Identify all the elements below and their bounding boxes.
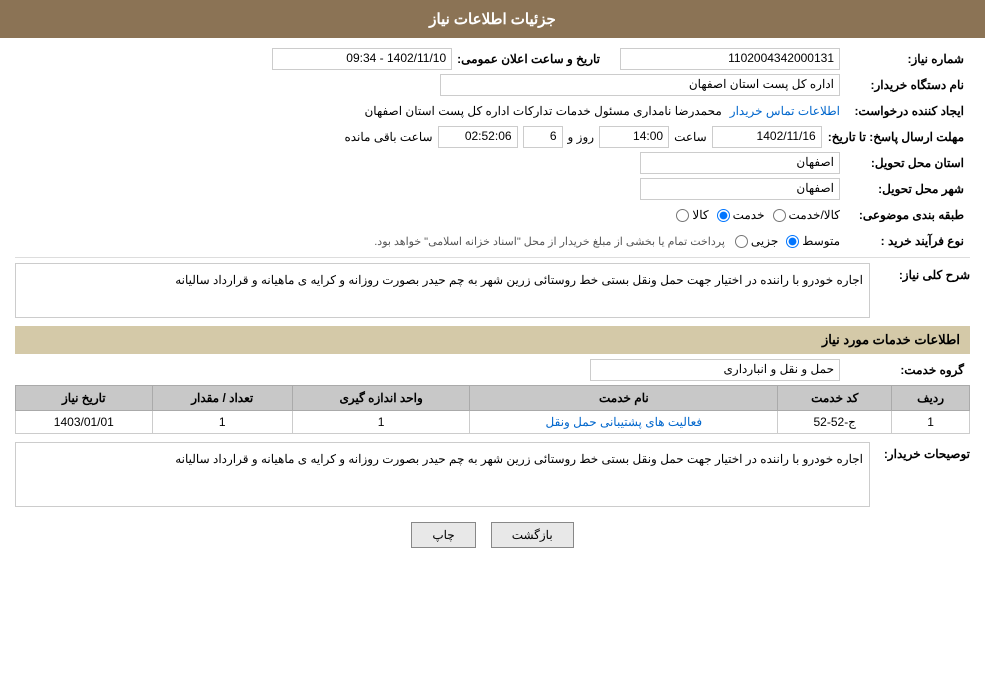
table-row: 1 ج-52-52 فعالیت های پشتیبانی حمل ونقل 1… (16, 411, 970, 434)
province-label: استان محل تحویل: (840, 152, 970, 174)
purchase-type-motavasset: متوسط (786, 234, 840, 248)
deadline-date: 1402/11/16 (712, 126, 822, 148)
purchase-jozii-radio[interactable] (735, 235, 748, 248)
buyer-org-value: اداره کل پست استان اصفهان (440, 74, 840, 96)
col-name-header: نام خدمت (470, 386, 778, 411)
content-area: شماره نیاز: 1102004342000131 تاریخ و ساع… (0, 38, 985, 568)
category-option-kala: کالا (676, 208, 708, 222)
need-number-label: شماره نیاز: (840, 48, 970, 70)
deadline-day-label: روز و (568, 130, 595, 144)
service-group-label: گروه خدمت: (840, 359, 970, 381)
buyer-notes-label: توصیحات خریدار: (870, 442, 970, 507)
deadline-time-label: ساعت (674, 130, 707, 144)
service-group-row: گروه خدمت: حمل و نقل و انبارداری (15, 359, 970, 381)
purchase-type-note: پرداخت تمام یا بخشی از مبلغ خریدار از مح… (374, 235, 725, 248)
announce-value: 1402/11/10 - 09:34 (272, 48, 452, 70)
back-button[interactable]: بازگشت (491, 522, 574, 548)
need-desc-label: شرح کلی نیاز: (870, 263, 970, 318)
province-row: استان محل تحویل: اصفهان (15, 152, 970, 174)
page-header: جزئیات اطلاعات نیاز (0, 0, 985, 38)
creator-label: ایجاد کننده درخواست: (840, 100, 970, 122)
category-kala-label: کالا (692, 208, 708, 222)
need-number-row: شماره نیاز: 1102004342000131 تاریخ و ساع… (15, 48, 970, 70)
cell-date-0: 1403/01/01 (16, 411, 153, 434)
cell-code-0: ج-52-52 (778, 411, 892, 434)
need-number-value: 1102004342000131 (620, 48, 840, 70)
purchase-jozii-label: جزیی (751, 234, 778, 248)
cell-unit-0: 1 (292, 411, 470, 434)
city-label: شهر محل تحویل: (840, 178, 970, 200)
col-unit-header: واحد اندازه گیری (292, 386, 470, 411)
purchase-motavasset-radio[interactable] (786, 235, 799, 248)
deadline-remaining-label: ساعت باقی مانده (344, 130, 432, 144)
col-row-header: ردیف (892, 386, 970, 411)
buyer-org-label: نام دستگاه خریدار: (840, 74, 970, 96)
need-desc-value: اجاره خودرو با راننده در اختیار جهت حمل … (15, 263, 870, 318)
category-khadamat-label: خدمت (733, 208, 765, 222)
divider1 (15, 257, 970, 258)
service-group-value: حمل و نقل و انبارداری (590, 359, 840, 381)
col-qty-header: تعداد / مقدار (152, 386, 292, 411)
category-label: طبقه بندی موضوعی: (840, 204, 970, 226)
buyer-notes-row: توصیحات خریدار: اجاره خودرو با راننده در… (15, 442, 970, 507)
category-option-khadamat: خدمت (717, 208, 765, 222)
col-code-header: کد خدمت (778, 386, 892, 411)
category-kala-khadamat-radio[interactable] (773, 209, 786, 222)
category-row: طبقه بندی موضوعی: کالا/خدمت خدمت کالا (15, 204, 970, 226)
deadline-row: مهلت ارسال پاسخ: تا تاریخ: 1402/11/16 سا… (15, 126, 970, 148)
purchase-type-radio-group: متوسط جزیی (735, 234, 840, 248)
need-desc-row: شرح کلی نیاز: اجاره خودرو با راننده در ا… (15, 263, 970, 318)
province-value: اصفهان (640, 152, 840, 174)
deadline-days: 6 (523, 126, 563, 148)
page-title: جزئیات اطلاعات نیاز (429, 11, 556, 28)
services-section-header: اطلاعات خدمات مورد نیاز (15, 326, 970, 354)
page-container: جزئیات اطلاعات نیاز شماره نیاز: 11020043… (0, 0, 985, 691)
purchase-motavasset-label: متوسط (802, 234, 840, 248)
creator-row: ایجاد کننده درخواست: اطلاعات تماس خریدار… (15, 100, 970, 122)
purchase-type-jozii: جزیی (735, 234, 778, 248)
bottom-buttons: بازگشت چاپ (15, 522, 970, 548)
city-value: اصفهان (640, 178, 840, 200)
services-table-header-row: ردیف کد خدمت نام خدمت واحد اندازه گیری ت… (16, 386, 970, 411)
category-radio-group: کالا/خدمت خدمت کالا (676, 208, 840, 222)
category-kala-radio[interactable] (676, 209, 689, 222)
category-option-kala-khadamat: کالا/خدمت (773, 208, 840, 222)
buyer-org-row: نام دستگاه خریدار: اداره کل پست استان اص… (15, 74, 970, 96)
category-kala-khadamat-label: کالا/خدمت (789, 208, 840, 222)
creator-value: محمدرضا نامداری مسئول خدمات تداركات ادار… (364, 104, 721, 118)
services-table: ردیف کد خدمت نام خدمت واحد اندازه گیری ت… (15, 385, 970, 434)
deadline-remaining: 02:52:06 (438, 126, 518, 148)
announce-label: تاریخ و ساعت اعلان عمومی: (457, 52, 600, 66)
cell-row-0: 1 (892, 411, 970, 434)
print-button[interactable]: چاپ (411, 522, 475, 548)
cell-qty-0: 1 (152, 411, 292, 434)
city-row: شهر محل تحویل: اصفهان (15, 178, 970, 200)
creator-link[interactable]: اطلاعات تماس خریدار (730, 104, 840, 118)
purchase-type-label: نوع فرآیند خرید : (840, 230, 970, 252)
deadline-label: مهلت ارسال پاسخ: تا تاریخ: (822, 126, 970, 148)
buyer-notes-value: اجاره خودرو با راننده در اختیار جهت حمل … (15, 442, 870, 507)
deadline-time: 14:00 (599, 126, 669, 148)
purchase-type-row: نوع فرآیند خرید : متوسط جزیی پرداخت تمام… (15, 230, 970, 252)
col-date-header: تاریخ نیاز (16, 386, 153, 411)
cell-name-0[interactable]: فعالیت های پشتیبانی حمل ونقل (470, 411, 778, 434)
category-khadamat-radio[interactable] (717, 209, 730, 222)
